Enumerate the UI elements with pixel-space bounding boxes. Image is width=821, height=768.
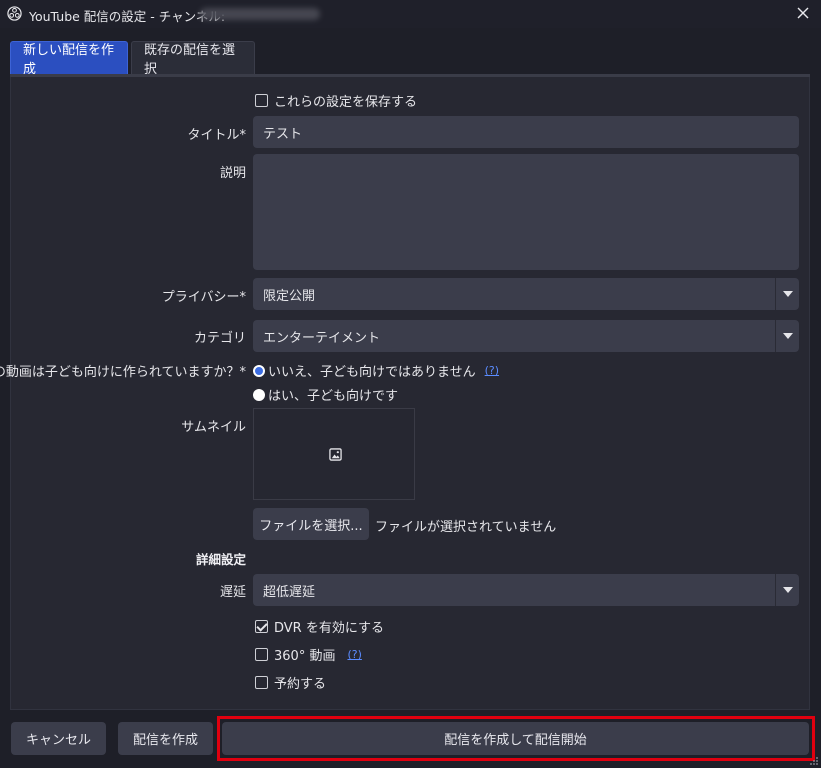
resize-grip-icon[interactable]: [809, 756, 819, 766]
schedule-checkbox[interactable]: 予約する: [255, 673, 326, 692]
thumbnail-preview: [253, 408, 415, 500]
latency-value: 超低遅延: [263, 584, 316, 600]
category-select[interactable]: エンターテイメント: [253, 320, 799, 352]
remember-settings-label: これらの設定を保存する: [274, 95, 418, 110]
made-for-kids-no-radio[interactable]: いいえ、子ども向けではありません (?): [253, 361, 499, 380]
tab-select-existing-stream[interactable]: 既存の配信を選択: [131, 41, 255, 77]
title-label: タイトル*: [187, 128, 246, 143]
highlight-box: [217, 716, 815, 761]
redacted-channel-name: [200, 8, 320, 20]
made-for-kids-yes-label: はい、子ども向けです: [268, 389, 399, 404]
close-icon[interactable]: [795, 5, 811, 21]
thumbnail-label: サムネイル: [181, 420, 246, 435]
chevron-down-icon[interactable]: [775, 278, 799, 310]
select-file-button[interactable]: ファイルを選択...: [253, 508, 369, 540]
radio-selected-icon[interactable]: [253, 364, 265, 377]
remember-settings-checkbox[interactable]: これらの設定を保存する: [255, 91, 417, 110]
schedule-label: 予約する: [274, 677, 327, 692]
vr360-help-link[interactable]: (?): [347, 648, 361, 661]
chevron-down-icon[interactable]: [775, 320, 799, 352]
create-stream-button[interactable]: 配信を作成: [118, 722, 213, 755]
category-value: エンターテイメント: [263, 330, 381, 346]
tab-bar: 新しい配信を作成 既存の配信を選択: [10, 41, 258, 77]
privacy-select[interactable]: 限定公開: [253, 278, 799, 310]
tab-create-new-stream[interactable]: 新しい配信を作成: [10, 41, 128, 77]
advanced-settings-title: 詳細設定: [195, 552, 246, 567]
checkbox-box[interactable]: [255, 648, 268, 661]
made-for-kids-label: この動画は子ども向けに作られていますか？*: [0, 365, 246, 380]
dvr-label: DVR を有効にする: [274, 621, 384, 636]
category-label: カテゴリ: [193, 331, 246, 346]
latency-label: 遅延: [219, 585, 246, 600]
vr360-label: 360° 動画: [274, 649, 336, 664]
checkbox-box[interactable]: [255, 94, 268, 107]
made-for-kids-help-link[interactable]: (?): [485, 364, 499, 377]
privacy-label: プライバシー*: [161, 290, 246, 305]
chevron-down-icon[interactable]: [775, 574, 799, 606]
description-label: 説明: [219, 166, 246, 181]
title-bar: YouTube 配信の設定 - チャンネル:: [0, 0, 821, 28]
checkbox-box[interactable]: [255, 676, 268, 689]
made-for-kids-yes-radio[interactable]: はい、子ども向けです: [253, 385, 398, 404]
radio-unselected-icon[interactable]: [253, 388, 265, 401]
title-input[interactable]: テスト: [253, 116, 799, 148]
panel-divider: [10, 74, 810, 77]
checkbox-checked-icon[interactable]: [255, 620, 268, 633]
title-input-value: テスト: [263, 126, 303, 142]
dvr-checkbox[interactable]: DVR を有効にする: [255, 617, 384, 636]
description-textarea[interactable]: [253, 154, 799, 270]
file-status-text: ファイルが選択されていません: [375, 520, 557, 535]
obs-logo-icon: [7, 6, 22, 21]
privacy-value: 限定公開: [263, 288, 316, 304]
cancel-button[interactable]: キャンセル: [11, 722, 106, 755]
image-icon: [329, 448, 342, 461]
window-title: YouTube 配信の設定 - チャンネル:: [29, 9, 226, 24]
made-for-kids-no-label: いいえ、子ども向けではありません: [268, 365, 476, 380]
vr360-checkbox[interactable]: 360° 動画 (?): [255, 645, 362, 664]
latency-select[interactable]: 超低遅延: [253, 574, 799, 606]
